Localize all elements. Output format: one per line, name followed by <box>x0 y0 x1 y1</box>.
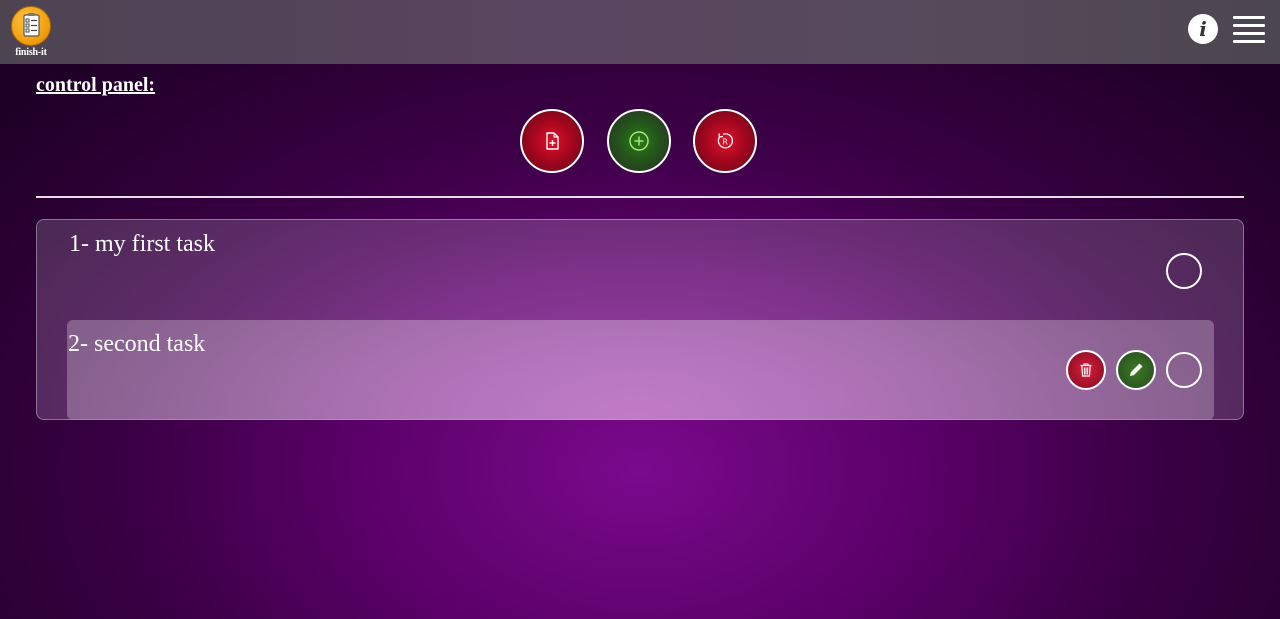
trash-icon <box>1080 363 1092 377</box>
control-panel-title: control panel: <box>36 74 156 96</box>
checklist-icon <box>11 6 51 46</box>
task-label: 1- my first task <box>69 231 215 257</box>
add-task-button[interactable] <box>607 109 671 173</box>
divider <box>36 196 1244 198</box>
logo-caption: finish-it <box>15 47 47 58</box>
plus-circle-icon <box>629 131 649 151</box>
reset-button[interactable]: R <box>693 109 757 173</box>
task-2-complete-checkbox[interactable] <box>1166 352 1202 388</box>
pencil-icon <box>1130 363 1143 376</box>
app-logo[interactable]: finish-it <box>10 6 52 58</box>
info-button[interactable]: i <box>1188 14 1218 44</box>
task-label: 2- second task <box>68 331 206 357</box>
delete-task-button[interactable] <box>1066 350 1106 390</box>
svg-text:R: R <box>722 138 728 147</box>
edit-task-button[interactable] <box>1116 350 1156 390</box>
task-1-complete-checkbox[interactable] <box>1166 253 1202 289</box>
hamburger-menu-icon[interactable] <box>1233 15 1265 43</box>
task-row-selected[interactable] <box>67 320 1214 420</box>
file-plus-icon <box>546 132 559 150</box>
new-file-button[interactable] <box>520 109 584 173</box>
top-bar: finish-it i <box>0 0 1280 64</box>
reset-icon: R <box>717 133 734 149</box>
